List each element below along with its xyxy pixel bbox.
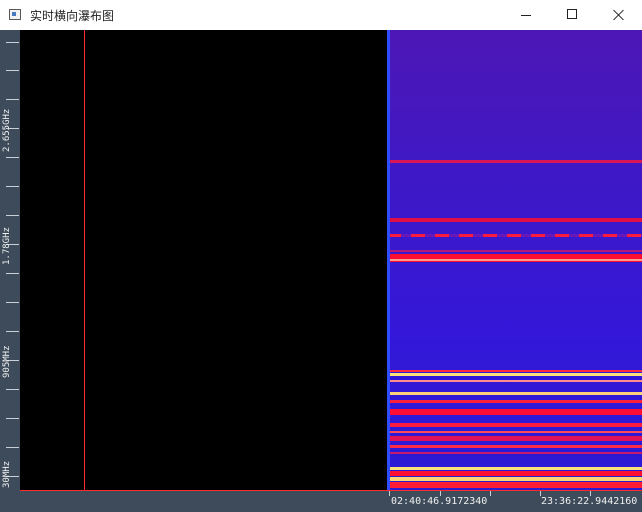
- waterfall-spectrogram: [387, 30, 642, 491]
- signal-band: [387, 452, 642, 454]
- signal-band: [387, 160, 642, 163]
- frequency-label: 30MHz: [2, 460, 12, 488]
- frequency-label: 1.78GHz: [2, 227, 12, 265]
- signal-band: [387, 423, 642, 427]
- y-tick: [6, 42, 19, 43]
- y-tick: [6, 389, 19, 390]
- x-tick: [389, 491, 390, 496]
- y-tick: [6, 186, 19, 187]
- y-tick: [6, 331, 19, 332]
- signal-band: [387, 431, 642, 433]
- close-icon: [609, 6, 629, 24]
- y-tick: [6, 302, 19, 303]
- signal-band: [387, 471, 642, 476]
- signal-band: [387, 370, 642, 372]
- waterfall-leading-edge: [387, 30, 390, 491]
- time-label: 02:40:46.9172340: [391, 496, 488, 507]
- minimize-icon: [521, 15, 531, 16]
- y-tick: [6, 215, 19, 216]
- title-bar[interactable]: 实时横向瀑布图: [0, 0, 642, 30]
- signal-band: [387, 445, 642, 448]
- maximize-button[interactable]: [550, 0, 596, 30]
- signal-band: [387, 467, 642, 470]
- minimize-button[interactable]: [504, 0, 550, 30]
- signal-band: [387, 400, 642, 403]
- frequency-axis[interactable]: 2.655GHz 1.78GHz 905MHz 30MHz: [0, 30, 20, 512]
- signal-band: [387, 380, 642, 382]
- signal-band: [387, 436, 642, 441]
- maximize-icon: [567, 9, 577, 19]
- y-tick: [6, 70, 19, 71]
- signal-band: [387, 259, 642, 261]
- close-button[interactable]: [596, 0, 642, 30]
- waterfall-plot[interactable]: [20, 30, 642, 491]
- signal-band: [387, 250, 642, 252]
- y-tick: [6, 447, 19, 448]
- y-tick: [6, 99, 19, 100]
- signal-band: [387, 482, 642, 488]
- y-tick: [6, 157, 19, 158]
- signal-band: [387, 373, 642, 376]
- signal-band: [387, 218, 642, 222]
- x-tick: [490, 491, 491, 496]
- window-title: 实时横向瀑布图: [30, 9, 115, 23]
- signal-band: [387, 409, 642, 415]
- time-axis[interactable]: 02:40:46.9172340 23:36:22.9442160: [0, 491, 642, 512]
- signal-band: [387, 477, 642, 481]
- y-tick: [6, 273, 19, 274]
- signal-band: [387, 392, 642, 395]
- time-label: 23:36:22.9442160: [541, 496, 638, 507]
- y-tick: [6, 418, 19, 419]
- app-window-icon: [9, 9, 21, 20]
- frequency-label: 905MHz: [2, 345, 12, 378]
- vertical-cursor-line[interactable]: [84, 30, 85, 491]
- signal-band: [387, 234, 642, 237]
- frequency-label: 2.655GHz: [2, 108, 12, 152]
